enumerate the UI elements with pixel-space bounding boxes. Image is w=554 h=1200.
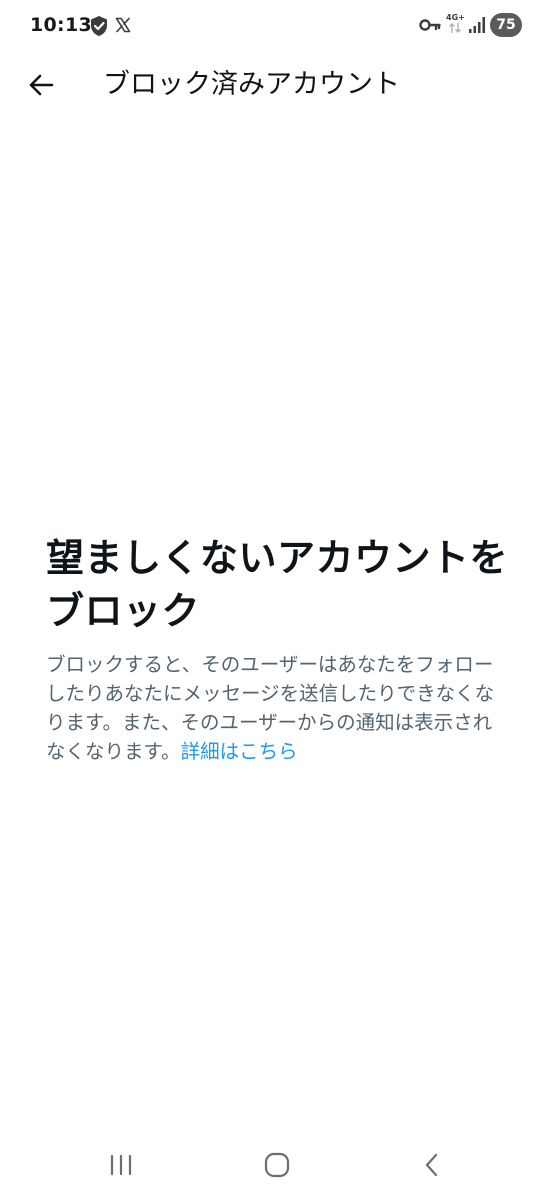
- back-icon: [425, 1153, 438, 1177]
- arrow-left-icon: [29, 74, 54, 96]
- shield-check-icon: [91, 16, 107, 36]
- x-logo-icon: [115, 17, 131, 33]
- key-icon: [419, 19, 441, 31]
- signal-icon: [469, 17, 485, 33]
- battery-icon: 75: [490, 13, 522, 37]
- recents-button[interactable]: [97, 1148, 145, 1182]
- battery-level: 75: [496, 17, 516, 33]
- empty-state-description: ブロックすると、そのユーザーはあなたをフォローしたりあなたにメッセージを送信した…: [46, 650, 508, 766]
- system-back-button[interactable]: [408, 1148, 456, 1182]
- status-bar: 10:13 4G+ 75: [0, 0, 554, 52]
- empty-state-title: 望ましくないアカウントをブロック: [46, 536, 509, 633]
- learn-more-link[interactable]: 詳細はこちら: [181, 740, 298, 763]
- empty-state: 望ましくないアカウントをブロック ブロックすると、そのユーザーはあなたをフォロー…: [46, 532, 508, 766]
- recents-icon: [110, 1154, 132, 1176]
- header: ブロック済みアカウント: [0, 52, 554, 118]
- data-arrows-icon: [449, 23, 461, 33]
- page-title: ブロック済みアカウント: [103, 69, 400, 100]
- home-icon: [264, 1152, 290, 1178]
- back-button[interactable]: [20, 64, 62, 106]
- network-label: 4G+: [446, 13, 465, 22]
- status-time: 10:13: [30, 14, 92, 36]
- network-icon: 4G+: [446, 13, 465, 39]
- home-button[interactable]: [253, 1148, 301, 1182]
- navigation-bar: [0, 1128, 554, 1200]
